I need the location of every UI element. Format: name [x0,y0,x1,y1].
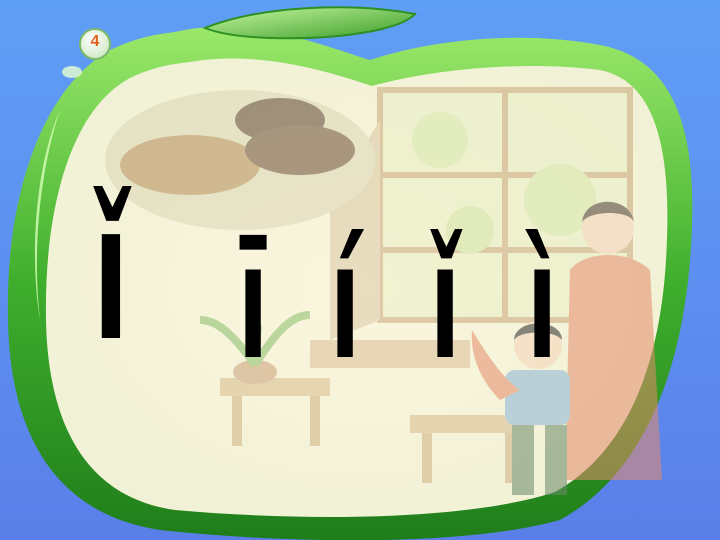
main-letter: ǐ [93,162,129,383]
frame-shine [62,66,82,78]
top-leaf [202,6,417,40]
badge-number: 4 [90,33,100,50]
tone-letter-1: ī [238,208,269,395]
tone-letter-3: ǐ [430,208,461,395]
tone-letter-2: í [330,208,361,395]
tone-letter-4: ì [527,208,558,395]
